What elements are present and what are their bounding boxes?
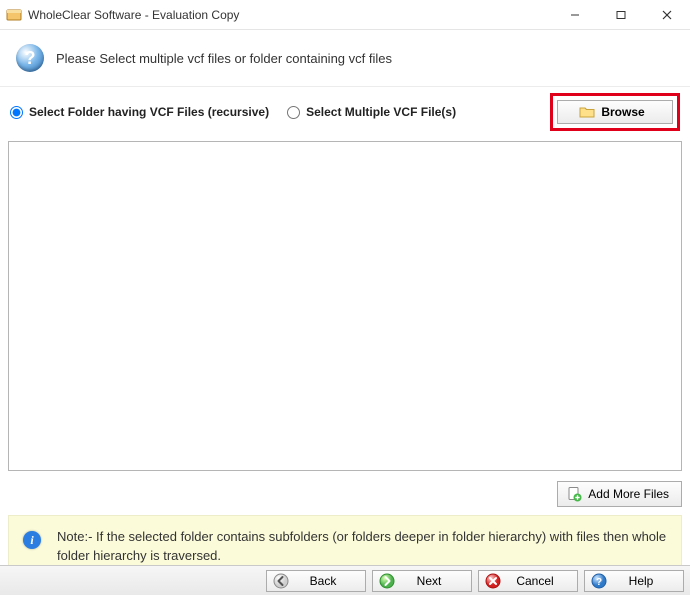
app-icon: [6, 7, 22, 23]
add-more-files-button[interactable]: Add More Files: [557, 481, 682, 507]
window-title: WholeClear Software - Evaluation Copy: [28, 8, 239, 22]
question-icon: ?: [16, 44, 44, 72]
radio-select-files[interactable]: Select Multiple VCF File(s): [287, 105, 456, 119]
footer-bar: Back Next Cancel ? Help: [0, 565, 690, 595]
radio-select-folder-input[interactable]: [10, 106, 23, 119]
browse-button-label: Browse: [601, 105, 644, 119]
radio-select-folder-label: Select Folder having VCF Files (recursiv…: [29, 105, 269, 119]
window-controls: [552, 0, 690, 29]
note-text: Note:- If the selected folder contains s…: [57, 528, 667, 566]
help-icon: ?: [591, 573, 607, 589]
help-button[interactable]: ? Help: [584, 570, 684, 592]
maximize-button[interactable]: [598, 0, 644, 30]
cancel-button[interactable]: Cancel: [478, 570, 578, 592]
minimize-button[interactable]: [552, 0, 598, 30]
add-more-files-label: Add More Files: [588, 487, 669, 501]
next-button[interactable]: Next: [372, 570, 472, 592]
browse-button[interactable]: Browse: [557, 100, 673, 124]
svg-text:?: ?: [596, 577, 602, 588]
radio-select-files-label: Select Multiple VCF File(s): [306, 105, 456, 119]
radio-select-files-input[interactable]: [287, 106, 300, 119]
browse-highlight-frame: Browse: [550, 93, 680, 131]
back-button-label: Back: [295, 574, 351, 588]
instruction-text: Please Select multiple vcf files or fold…: [56, 51, 392, 66]
options-row: Select Folder having VCF Files (recursiv…: [0, 87, 690, 137]
close-button[interactable]: [644, 0, 690, 30]
add-page-icon: [566, 486, 582, 502]
next-arrow-icon: [379, 573, 395, 589]
folder-icon: [579, 104, 595, 120]
cancel-button-label: Cancel: [507, 574, 563, 588]
help-button-label: Help: [613, 574, 669, 588]
info-icon: i: [23, 531, 41, 549]
cancel-icon: [485, 573, 501, 589]
back-button[interactable]: Back: [266, 570, 366, 592]
next-button-label: Next: [401, 574, 457, 588]
instruction-bar: ? Please Select multiple vcf files or fo…: [0, 30, 690, 86]
file-list-area[interactable]: [8, 141, 682, 471]
back-arrow-icon: [273, 573, 289, 589]
radio-select-folder[interactable]: Select Folder having VCF Files (recursiv…: [10, 105, 269, 119]
below-list-row: Add More Files: [0, 471, 690, 515]
title-bar: WholeClear Software - Evaluation Copy: [0, 0, 690, 30]
